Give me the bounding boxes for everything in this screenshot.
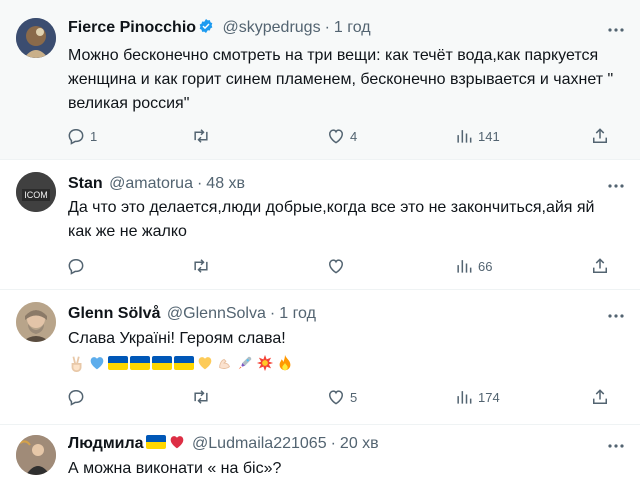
separator-dot: · (196, 175, 203, 192)
tweet-header: Glenn Sölvå @GlennSolva · 1 год (68, 303, 316, 325)
tweet[interactable]: ICOM Stan @amatorua · 48 хв Да что это дел… (0, 160, 640, 290)
display-name[interactable]: Glenn Sölvå (68, 305, 160, 322)
avatar-logo-text: ICOM (24, 190, 48, 200)
retweet-icon (194, 259, 208, 273)
heart-icon (328, 129, 344, 144)
retweet-icon (194, 390, 208, 404)
heart-icon (328, 390, 344, 405)
tweet-actions: 1 4 141 (60, 124, 620, 148)
more-horizontal-icon[interactable] (606, 176, 626, 196)
avatar[interactable] (16, 435, 56, 475)
handle[interactable]: @skypedrugs (223, 19, 321, 36)
fire-icon (279, 354, 291, 371)
retweet-button[interactable] (191, 254, 215, 278)
handle[interactable]: @Ludmaila221065 (192, 435, 327, 452)
ukraine-flag-icon (108, 356, 128, 370)
retweet-button[interactable] (191, 124, 215, 148)
tweet-header: Людмила @Ludmaila221065 · 20 хв (68, 433, 379, 455)
display-name[interactable]: Fierce Pinocchio (68, 19, 196, 36)
view-count: 141 (478, 128, 500, 144)
analytics-icon (457, 391, 472, 404)
more-horizontal-icon[interactable] (606, 436, 626, 456)
share-icon (593, 128, 607, 143)
ukraine-flag-icon (145, 435, 166, 449)
heart-icon (328, 259, 344, 274)
victory-hand-icon (71, 356, 82, 372)
views-button[interactable]: 141 (454, 124, 500, 148)
analytics-icon (457, 130, 472, 143)
tweet-header: Stan @amatorua · 48 хв (68, 173, 245, 195)
like-count: 5 (350, 389, 358, 405)
rocket-icon (238, 356, 252, 370)
yellow-heart-icon (198, 357, 212, 370)
ukraine-flag-icon (152, 356, 172, 370)
retweet-icon (194, 129, 208, 143)
avatar[interactable] (16, 302, 56, 342)
retweet-button[interactable] (191, 385, 215, 409)
reply-count: 1 (90, 128, 98, 144)
view-count: 174 (478, 389, 500, 405)
tweet[interactable]: Fierce Pinocchio @skypedrugs · 1 год Можно… (0, 0, 640, 160)
reply-button[interactable]: 1 (66, 124, 97, 148)
more-horizontal-icon[interactable] (606, 20, 626, 40)
timestamp[interactable]: 1 год (334, 19, 371, 36)
ukraine-flag-icon (130, 356, 150, 370)
emoji-row (68, 352, 296, 374)
tweet-actions: 5 174 (60, 385, 620, 409)
reply-button[interactable] (66, 385, 90, 409)
separator-dot: · (330, 435, 336, 452)
views-button[interactable]: 174 (454, 385, 500, 409)
tweet-text: Да что это делается,люди добрые,когда вс… (68, 199, 599, 240)
tweet-header: Fierce Pinocchio @skypedrugs · 1 год (68, 17, 371, 39)
share-button[interactable] (590, 254, 610, 278)
separator-dot: · (269, 305, 276, 322)
view-count: 66 (478, 258, 493, 274)
timestamp[interactable]: 48 хв (206, 175, 245, 192)
share-button[interactable] (590, 385, 610, 409)
timestamp[interactable]: 1 год (279, 305, 316, 322)
blue-heart-icon (90, 357, 104, 370)
reply-icon (68, 259, 84, 275)
separator-dot: · (324, 19, 330, 36)
tweet[interactable]: Людмила @Ludmaila221065 · 20 хв А можна ви… (0, 425, 640, 485)
ukraine-flag-icon (174, 356, 194, 370)
collision-icon (256, 354, 274, 372)
tweet-text: Можно бесконечно смотреть на три вещи: к… (68, 47, 618, 112)
reply-icon (68, 390, 84, 406)
handle[interactable]: @amatorua (109, 175, 193, 192)
avatar[interactable]: ICOM (16, 172, 56, 212)
like-button[interactable] (326, 254, 350, 278)
display-name[interactable]: Stan (68, 175, 103, 192)
tweet-actions: 66 (60, 254, 620, 278)
like-button[interactable]: 5 (326, 385, 357, 409)
reply-icon (68, 129, 84, 145)
tweet-text: Слава Україні! Героям слава! (68, 330, 286, 347)
views-button[interactable]: 66 (454, 254, 492, 278)
avatar[interactable] (16, 18, 56, 58)
like-count: 4 (350, 128, 358, 144)
tweet[interactable]: Glenn Sölvå @GlennSolva · 1 год Слава Укра… (0, 290, 640, 425)
tweet-text: А можна виконати « на біс»? (68, 460, 282, 477)
display-name[interactable]: Людмила (68, 435, 144, 452)
verified-badge-icon (199, 19, 213, 33)
more-horizontal-icon[interactable] (606, 306, 626, 326)
red-heart-icon (170, 436, 183, 449)
like-button[interactable]: 4 (326, 124, 357, 148)
reply-button[interactable] (66, 254, 90, 278)
flexed-biceps-icon (219, 358, 231, 369)
analytics-icon (457, 260, 472, 273)
share-button[interactable] (590, 124, 610, 148)
share-icon (593, 389, 607, 404)
handle[interactable]: @GlennSolva (167, 305, 266, 322)
timestamp[interactable]: 20 хв (340, 435, 379, 452)
share-icon (593, 258, 607, 273)
